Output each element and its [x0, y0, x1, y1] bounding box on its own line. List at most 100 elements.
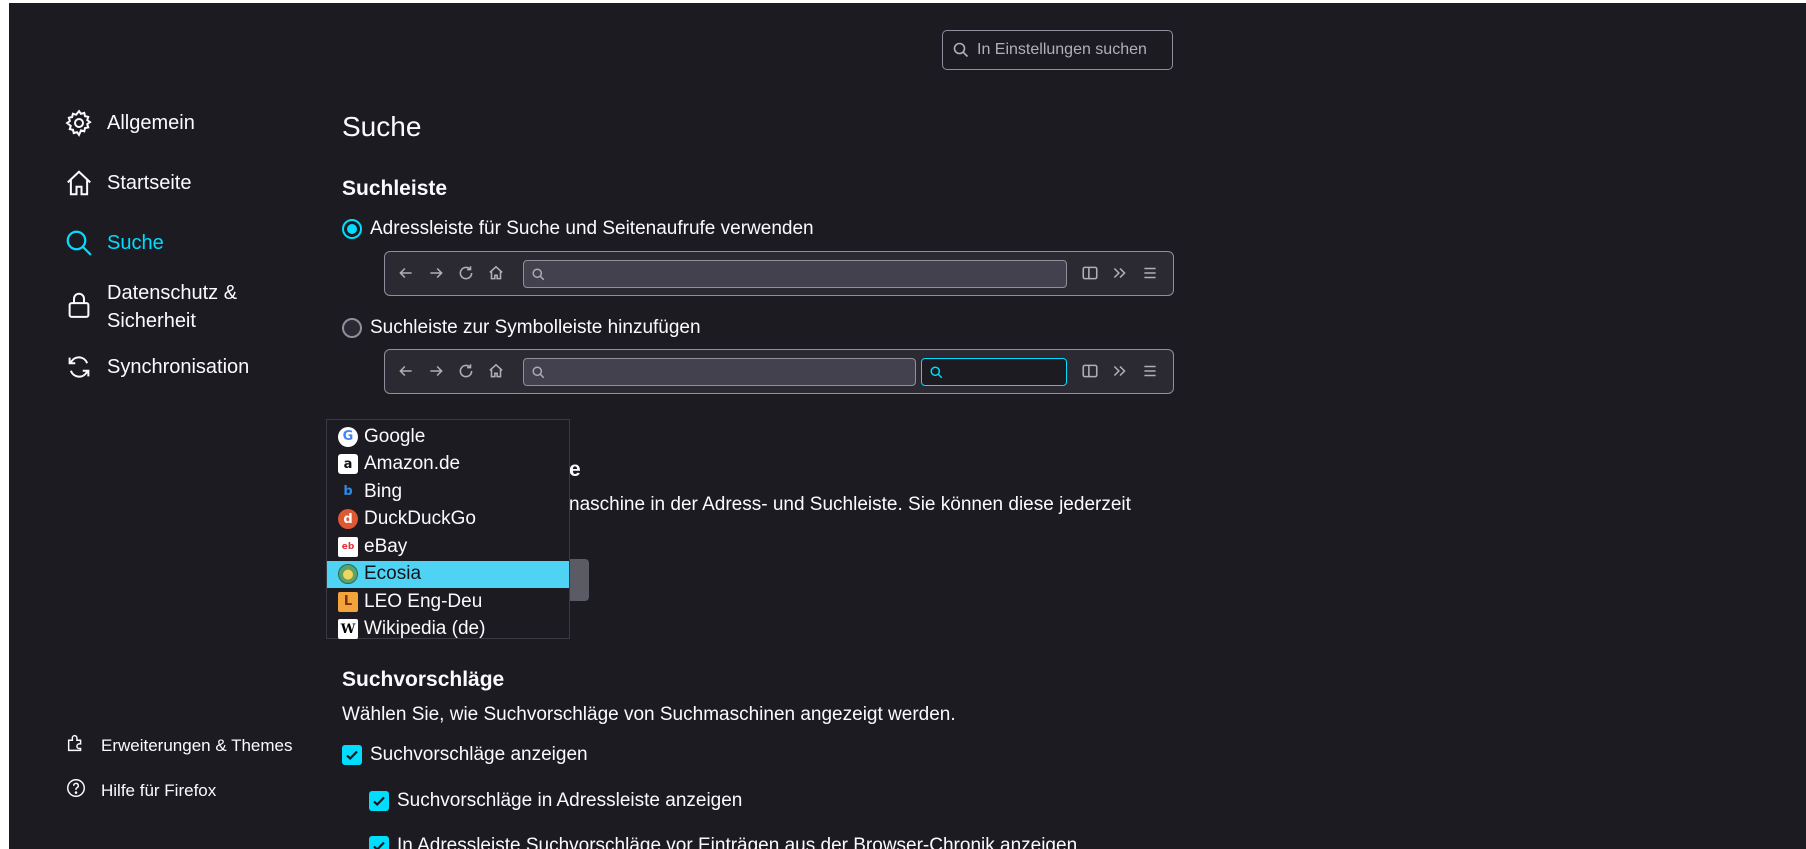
sidebar-item-label: Erweiterungen & Themes — [101, 735, 293, 755]
engine-label: Bing — [364, 480, 403, 502]
settings-search-placeholder: In Einstellungen suchen — [977, 41, 1147, 58]
amazon-icon: a — [338, 454, 358, 475]
home-icon — [489, 363, 503, 378]
search-engine-dropdown[interactable]: G Google a Amazon.de b Bing d DuckDuckGo… — [326, 419, 570, 640]
preferences-window: In Einstellungen suchen Allgemein Starts… — [9, 3, 1806, 849]
sidebar-item-label: Startseite — [107, 172, 192, 194]
searchbar-preview — [921, 358, 1067, 386]
sidebar-item-label: Synchronisation — [107, 356, 250, 378]
search-icon — [532, 267, 545, 280]
toolbar-right-icons — [1081, 264, 1159, 282]
bing-icon: b — [343, 484, 353, 500]
nav-icons — [397, 264, 505, 282]
radio-label: Suchleiste zur Symbolleiste hinzufügen — [370, 317, 701, 338]
engine-label: Wikipedia (de) — [364, 618, 486, 640]
sidebar-icon — [1082, 364, 1098, 378]
urlbar-preview — [523, 260, 1067, 288]
forward-icon — [430, 365, 443, 377]
checkbox-checked[interactable] — [369, 791, 389, 811]
urlbar-preview — [523, 358, 916, 386]
gear-icon — [63, 107, 95, 139]
duckduckgo-icon: d — [338, 509, 358, 530]
section-title-suchleiste: Suchleiste — [342, 177, 448, 200]
engine-option-ebay[interactable]: eb eBay — [327, 533, 569, 561]
default-engine-description: naschine in der Adress- und Suchleiste. … — [569, 494, 1131, 515]
toolbar-preview-urlbar — [384, 251, 1174, 296]
default-engine-select[interactable] — [569, 559, 589, 601]
sidebar-item-help[interactable]: Hilfe für Firefox — [65, 777, 216, 804]
engine-label: Ecosia — [364, 563, 422, 585]
search-icon — [63, 227, 95, 259]
search-icon — [930, 365, 943, 378]
help-icon — [65, 777, 87, 804]
leo-icon: L — [338, 591, 358, 612]
checkbox-suggestions-before-history[interactable]: In Adressleiste Suchvorschläge vor Eintr… — [369, 835, 1077, 849]
radio-checked[interactable] — [342, 219, 362, 239]
engine-label: eBay — [364, 535, 408, 557]
google-icon: G — [338, 426, 358, 447]
sidebar-item-label: Datenschutz & Sicherheit — [107, 282, 238, 332]
sidebar-item-label: Suche — [107, 232, 164, 254]
engine-option-wikipedia[interactable]: W Wikipedia (de) — [327, 616, 569, 644]
sidebar-item-datenschutz[interactable]: Datenschutz & Sicherheit — [63, 277, 277, 335]
menu-icon — [1144, 365, 1156, 377]
check-icon — [346, 750, 358, 761]
overflow-icon — [1113, 365, 1126, 377]
engine-label: Amazon.de — [364, 453, 461, 475]
nav-icons — [397, 362, 505, 380]
puzzle-icon — [65, 732, 87, 759]
overflow-icon — [1113, 267, 1126, 279]
checkbox-label: In Adressleiste Suchvorschläge vor Eintr… — [397, 835, 1078, 849]
wikipedia-icon: W — [338, 619, 358, 640]
sidebar-item-label: Hilfe für Firefox — [101, 780, 217, 800]
radio-unchecked[interactable] — [342, 318, 362, 338]
checkbox-checked[interactable] — [369, 836, 389, 849]
suggestions-description: Wählen Sie, wie Suchvorschläge von Suchm… — [342, 704, 956, 725]
search-icon — [532, 365, 545, 378]
forward-icon — [430, 267, 443, 279]
radio-label: Adressleiste für Suche und Seitenaufrufe… — [370, 218, 814, 239]
radio-add-searchbar[interactable]: Suchleiste zur Symbolleiste hinzufügen — [342, 317, 701, 339]
checkbox-label: Suchvorschläge anzeigen — [370, 744, 588, 765]
section-title-default-engine: e — [569, 458, 581, 481]
engine-label: LEO Eng-Deu — [364, 590, 483, 612]
toolbar-right-icons — [1081, 362, 1159, 380]
settings-search-input[interactable]: In Einstellungen suchen — [942, 30, 1173, 70]
engine-option-duckduckgo[interactable]: d DuckDuckGo — [327, 506, 569, 534]
back-icon — [399, 267, 412, 279]
sidebar-item-allgemein[interactable]: Allgemein — [63, 107, 195, 139]
toolbar-preview-searchbar — [384, 349, 1174, 394]
engine-option-leo[interactable]: L LEO Eng-Deu — [327, 588, 569, 616]
ebay-icon: eb — [338, 536, 358, 557]
search-icon — [953, 42, 969, 58]
check-icon — [373, 796, 385, 807]
engine-option-ecosia[interactable]: ● Ecosia — [327, 560, 569, 588]
sidebar-item-synchronisation[interactable]: Synchronisation — [63, 351, 249, 383]
radio-urlbar-search[interactable]: Adressleiste für Suche und Seitenaufrufe… — [342, 218, 814, 240]
engine-option-bing[interactable]: b Bing — [327, 478, 569, 506]
engine-option-google[interactable]: G Google — [327, 423, 569, 451]
sidebar-icon — [1082, 266, 1098, 280]
menu-icon — [1144, 267, 1156, 279]
ecosia-icon: ● — [338, 564, 358, 585]
sync-icon — [63, 351, 95, 383]
reload-icon — [459, 266, 473, 280]
sidebar-item-suche[interactable]: Suche — [63, 227, 164, 259]
lock-icon — [63, 289, 95, 321]
page-title: Suche — [342, 111, 422, 142]
engine-label: Google — [364, 425, 426, 447]
engine-label: DuckDuckGo — [364, 508, 476, 530]
home-icon — [63, 167, 95, 199]
checkbox-checked[interactable] — [342, 745, 362, 765]
checkbox-label: Suchvorschläge in Adressleiste anzeigen — [397, 790, 743, 811]
sidebar-item-extensions[interactable]: Erweiterungen & Themes — [65, 732, 293, 759]
check-icon — [373, 841, 385, 849]
home-icon — [489, 265, 503, 280]
section-title-suggestions: Suchvorschläge — [342, 668, 505, 691]
checkbox-urlbar-suggestions[interactable]: Suchvorschläge in Adressleiste anzeigen — [369, 790, 742, 812]
sidebar-item-label: Allgemein — [107, 112, 195, 134]
back-icon — [399, 365, 412, 377]
sidebar-item-startseite[interactable]: Startseite — [63, 167, 191, 199]
engine-option-amazon[interactable]: a Amazon.de — [327, 451, 569, 479]
checkbox-show-suggestions[interactable]: Suchvorschläge anzeigen — [342, 744, 588, 766]
